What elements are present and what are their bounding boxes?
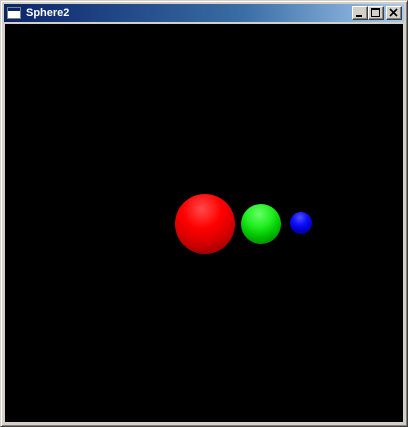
minimize-button[interactable]: [352, 6, 368, 20]
window-controls: [352, 6, 402, 20]
green-sphere: [241, 204, 281, 244]
close-button[interactable]: [386, 6, 402, 20]
window-title: Sphere2: [26, 7, 70, 19]
app-window-icon[interactable]: [7, 7, 21, 19]
render-canvas[interactable]: [5, 24, 403, 422]
blue-sphere: [290, 212, 312, 234]
title-bar[interactable]: Sphere2: [4, 4, 404, 22]
app-window: Sphere2: [0, 0, 408, 427]
minimize-icon: [356, 15, 362, 17]
maximize-icon: [371, 8, 380, 17]
red-sphere: [175, 194, 235, 254]
maximize-button[interactable]: [368, 6, 384, 20]
close-icon: [389, 8, 398, 17]
